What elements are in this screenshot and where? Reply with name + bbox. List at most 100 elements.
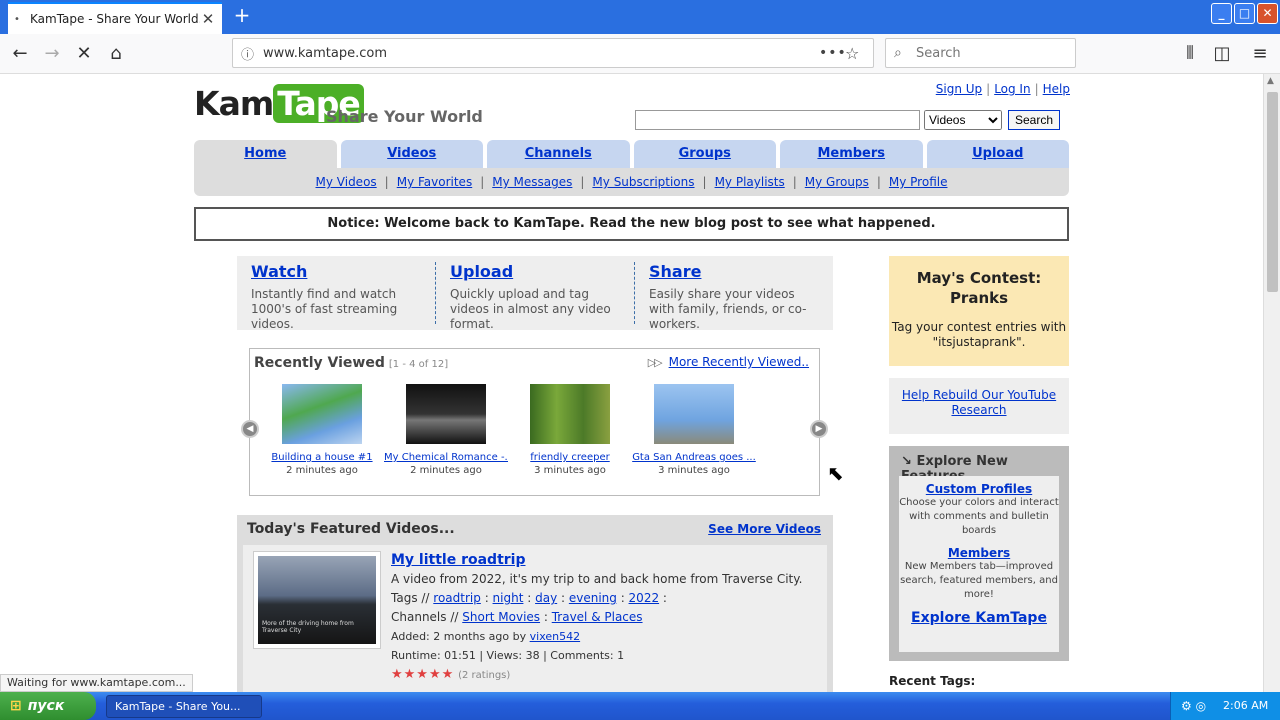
tag-link[interactable]: evening [569, 591, 617, 605]
page-scrollbar[interactable]: ▲ [1263, 74, 1280, 692]
custom-profiles-text: Choose your colors and interact with com… [899, 497, 1059, 536]
windows-flag-icon: ⊞ [10, 698, 22, 714]
featured-header: Today's Featured Videos... [247, 521, 455, 537]
tab-groups[interactable]: Groups [633, 140, 776, 168]
my-groups-link[interactable]: My Groups [805, 175, 869, 189]
log-in-link[interactable]: Log In [994, 82, 1030, 96]
stop-loading-icon[interactable]: ✕ [70, 40, 98, 68]
share-column: Share Easily share your videos with fami… [635, 262, 833, 331]
featured-video-title[interactable]: My little roadtrip [391, 551, 821, 570]
new-tab-icon[interactable]: + [230, 4, 254, 28]
watch-link[interactable]: Watch [251, 262, 421, 281]
rating-count: (2 ratings) [458, 670, 511, 681]
video-title-link[interactable]: My Chemical Romance -... [384, 452, 508, 463]
tag-link[interactable]: roadtrip [433, 591, 481, 605]
close-window-icon[interactable]: ✕ [1257, 3, 1278, 24]
share-link[interactable]: Share [649, 262, 819, 281]
sub-nav: My Videos | My Favorites | My Messages | My Su… [194, 168, 1069, 196]
video-title-link[interactable]: Gta San Andreas goes ... [632, 452, 756, 463]
tab-upload[interactable]: Upload [926, 140, 1069, 168]
scroll-left-icon[interactable]: ◀ [241, 420, 259, 438]
list-item[interactable]: My Chemical Romance -... 2 minutes ago [384, 384, 508, 476]
tab-videos[interactable]: Videos [340, 140, 483, 168]
scroll-up-icon[interactable]: ▲ [1267, 76, 1274, 86]
search-type-select[interactable]: Videos [924, 110, 1002, 130]
more-recently-viewed: ▷▷ More Recently Viewed.. [648, 355, 809, 369]
forward-icon[interactable]: → [38, 40, 66, 68]
my-videos-link[interactable]: My Videos [316, 175, 377, 189]
members-feature-link[interactable]: Members [899, 546, 1059, 560]
rebuild-research-link[interactable]: Help Rebuild Our YouTube Research [902, 388, 1056, 417]
address-bar[interactable]: ⓘ www.kamtape.com ••• ☆ [232, 38, 874, 68]
bookmark-star-icon[interactable]: ☆ [845, 44, 865, 63]
close-tab-icon[interactable]: ✕ [200, 10, 216, 28]
video-thumbnail[interactable] [406, 384, 486, 444]
clock: 2:06 AM [1223, 699, 1269, 712]
video-thumbnail[interactable] [530, 384, 610, 444]
site-search-input[interactable] [635, 110, 920, 130]
browser-search-input[interactable] [916, 45, 1056, 61]
help-link[interactable]: Help [1043, 82, 1070, 96]
explore-kamtape-link[interactable]: Explore KamTape [899, 610, 1059, 626]
sign-up-link[interactable]: Sign Up [936, 82, 982, 96]
sidebar-icon[interactable]: ◫ [1208, 40, 1236, 68]
my-subscriptions-link[interactable]: My Subscriptions [592, 175, 694, 189]
tab-members[interactable]: Members [780, 140, 923, 168]
list-item[interactable]: Building a house #1 2 minutes ago [260, 384, 384, 476]
custom-profiles-link[interactable]: Custom Profiles [899, 482, 1059, 496]
home-icon[interactable]: ⌂ [102, 40, 130, 68]
start-button[interactable]: ⊞ пуск [0, 692, 96, 720]
library-icon[interactable]: ⫴ [1176, 40, 1204, 68]
my-messages-link[interactable]: My Messages [492, 175, 572, 189]
back-icon[interactable]: ← [6, 40, 34, 68]
upload-text: Quickly upload and tag videos in almost … [450, 287, 611, 331]
scroll-right-icon[interactable]: ▶ [810, 420, 828, 438]
featured-video-desc: A video from 2022, it's my trip to and b… [391, 572, 803, 586]
taskbar-item-browser[interactable]: KamTape - Share You... [106, 695, 262, 718]
members-feature-text: New Members tab—improved search, feature… [900, 561, 1058, 600]
taskbar: ⊞ пуск KamTape - Share You... ⚙ ◎ 2:06 AM [0, 692, 1280, 720]
tag-link[interactable]: 2022 [629, 591, 660, 605]
page-actions-icon[interactable]: ••• [819, 45, 846, 61]
site-info-icon[interactable]: ⓘ [241, 44, 263, 63]
video-thumbnail[interactable] [654, 384, 734, 444]
tab-home[interactable]: Home [194, 140, 337, 168]
arrow-down-right-icon: ↘ [901, 454, 912, 469]
main-nav-tabs: Home Videos Channels Groups Members Uplo… [194, 140, 1069, 168]
channel-link[interactable]: Travel & Places [552, 610, 643, 624]
tab-channels[interactable]: Channels [487, 140, 630, 168]
tag-link[interactable]: day [535, 591, 557, 605]
maximize-window-icon[interactable]: □ [1234, 3, 1255, 24]
my-favorites-link[interactable]: My Favorites [397, 175, 472, 189]
viewed-ago: 3 minutes ago [658, 465, 730, 476]
site-search-button[interactable]: Search [1008, 110, 1061, 130]
channel-link[interactable]: Short Movies [462, 610, 540, 624]
browser-tab[interactable]: • KamTape - Share Your World. ✕ [8, 2, 222, 34]
tray-icons[interactable]: ⚙ ◎ [1181, 692, 1206, 720]
upload-link[interactable]: Upload [450, 262, 620, 281]
video-thumbnail[interactable] [282, 384, 362, 444]
menu-icon[interactable]: ≡ [1246, 40, 1274, 68]
search-icon: ⌕ [894, 45, 902, 61]
address-url[interactable]: www.kamtape.com [263, 46, 819, 61]
contest-text: Tag your contest entries with "itsjustap… [891, 320, 1067, 349]
author-link[interactable]: vixen542 [530, 630, 580, 643]
scrollbar-thumb[interactable] [1267, 92, 1278, 292]
mouse-cursor-icon: ⬉ [827, 461, 844, 485]
video-title-link[interactable]: friendly creeper [508, 452, 632, 463]
recently-viewed: Recently Viewed [1 - 4 of 12] ▷▷ More Rece… [249, 348, 820, 496]
contest-box: May's Contest: Pranks Tag your contest e… [889, 256, 1069, 366]
my-playlists-link[interactable]: My Playlists [715, 175, 785, 189]
featured-video-stats: Runtime: 01:51 | Views: 38 | Comments: 1 [391, 649, 625, 662]
watch-text: Instantly find and watch 1000's of fast … [251, 287, 398, 331]
my-profile-link[interactable]: My Profile [889, 175, 948, 189]
featured-video-thumbnail[interactable]: More of the driving home from Traverse C… [253, 551, 381, 649]
list-item[interactable]: friendly creeper 3 minutes ago [508, 384, 632, 476]
list-item[interactable]: Gta San Andreas goes ... 3 minutes ago [632, 384, 756, 476]
video-title-link[interactable]: Building a house #1 [260, 452, 384, 463]
see-more-videos-link[interactable]: See More Videos [708, 522, 821, 536]
minimize-window-icon[interactable]: _ [1211, 3, 1232, 24]
tag-link[interactable]: night [493, 591, 524, 605]
browser-search-box[interactable]: ⌕ [885, 38, 1076, 68]
more-recently-viewed-link[interactable]: More Recently Viewed.. [669, 355, 809, 369]
